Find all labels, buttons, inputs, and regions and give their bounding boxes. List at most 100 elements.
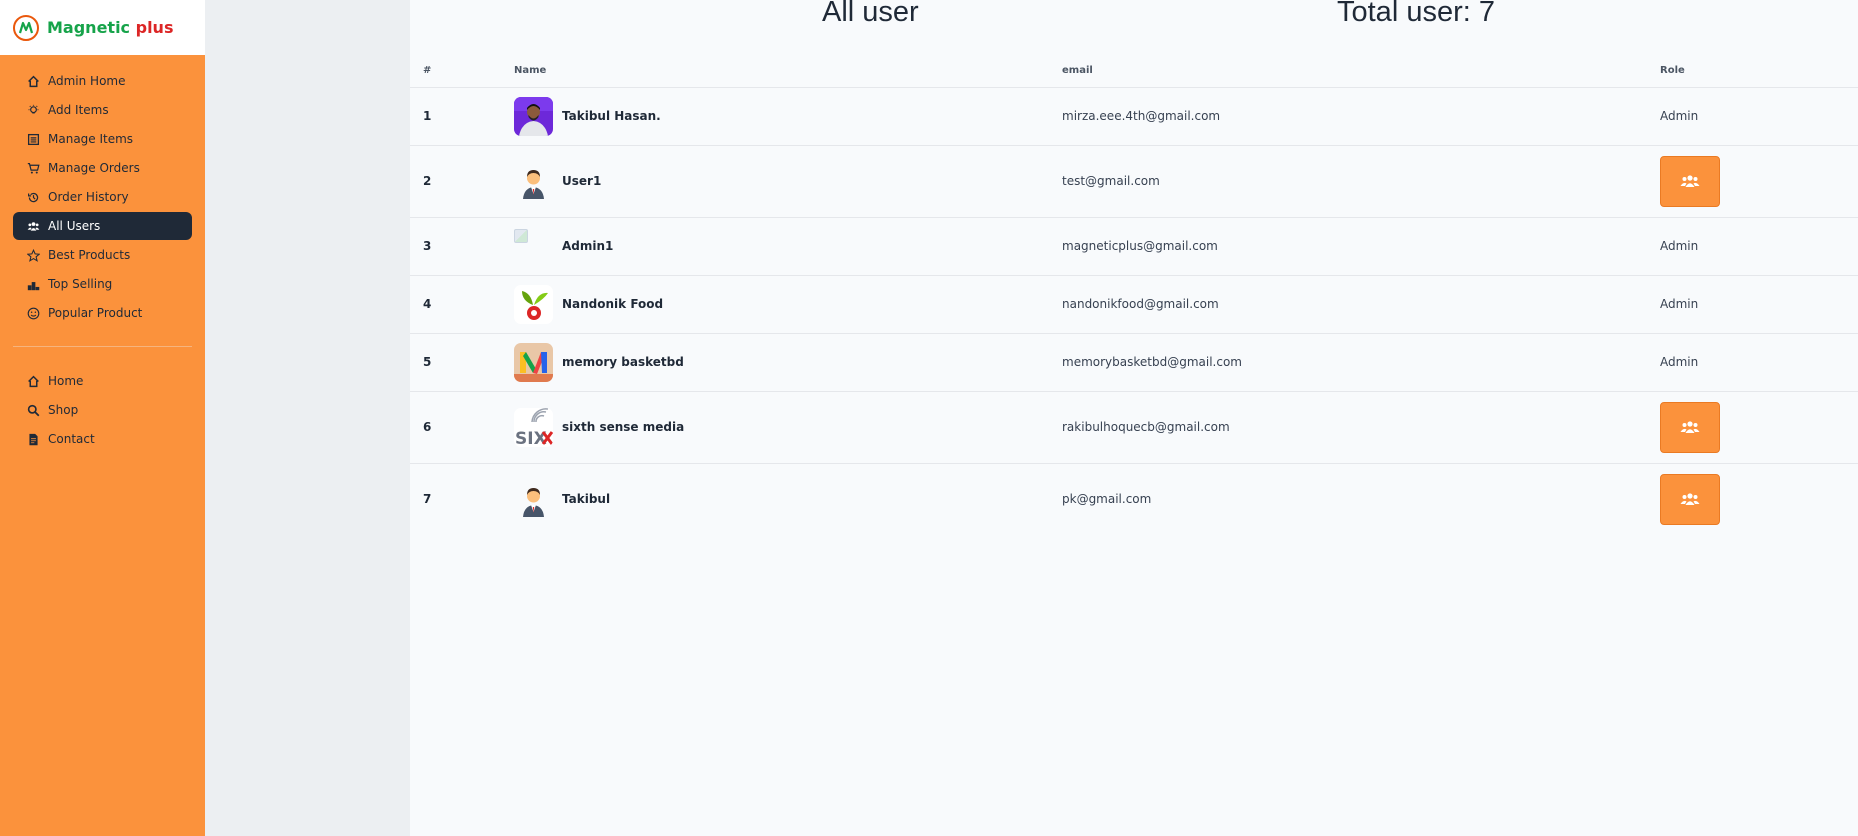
row-number: 1 [410,87,514,146]
sidebar-item-label: Manage Items [48,132,134,146]
smile-icon [26,306,40,320]
sidebar-item-label: Popular Product [48,306,143,320]
table-row: 5 memory basketbd memorybasketbd@gmail.c… [410,333,1858,392]
user-name: Admin1 [562,239,614,253]
sidebar-item-label: Admin Home [48,74,126,88]
users-icon [26,219,40,233]
businessman-avatar-icon [514,161,553,201]
column-header-email: email [1062,55,1660,88]
row-number: 5 [410,333,514,392]
table-row: 1 Takibul Hasan. mirza.eee.4th@gmail.com… [410,87,1858,146]
page-title: All user [822,0,919,28]
make-admin-button[interactable] [1660,473,1720,525]
document-icon [26,432,40,446]
businessman-avatar-icon [514,479,553,519]
user-email: nandonikfood@gmail.com [1062,297,1219,311]
users-icon [1680,421,1700,433]
sidebar-item-label: Manage Orders [48,161,140,175]
home-icon [26,74,40,88]
brand[interactable]: Magnetic plus [0,0,205,55]
m-logo-icon [514,342,553,382]
leaf-logo-icon [514,284,553,324]
column-header-name: Name [514,55,1062,88]
home-icon [26,374,40,388]
sidebar-item-admin-home[interactable]: Admin Home [13,67,192,95]
user-role: Admin [1660,109,1699,123]
main-content: All user Total user: 7 # Name email Role… [410,0,1858,836]
column-header-role: Role [1660,55,1858,88]
magnetic-logo-icon [13,14,39,41]
sidebar-item-add-items[interactable]: Add Items [13,96,192,124]
sidebar-item-label: Shop [48,403,79,417]
row-number: 7 [423,492,432,507]
user-name: Takibul Hasan. [562,109,661,123]
row-number: 4 [410,275,514,334]
cart-icon [26,161,40,175]
table-row: 2 User1 test@gmail.com [410,145,1858,218]
sidebar-item-label: Top Selling [48,277,113,291]
sidebar-item-shop[interactable]: Shop [13,396,192,424]
brand-name: Magnetic plus [47,18,173,37]
sidebar-item-label: Home [48,374,84,388]
brand-name-part2: plus [135,18,174,37]
row-number: 3 [410,217,514,276]
sidebar-item-contact[interactable]: Contact [13,425,192,453]
row-number: 6 [410,391,514,464]
user-role: Admin [1660,297,1699,311]
lightbulb-icon [26,103,40,117]
sidebar-item-home[interactable]: Home [13,367,192,395]
column-header-number: # [410,55,514,88]
sidebar-item-top-selling[interactable]: Top Selling [13,270,192,298]
user-name: Takibul [562,492,611,507]
sidebar-item-best-products[interactable]: Best Products [13,241,192,269]
sidebar-item-manage-items[interactable]: Manage Items [13,125,192,153]
table-header-row: # Name email Role [410,55,1858,88]
sidebar-item-label: Contact [48,432,95,446]
table-row: 3 Admin1 magneticplus@gmail.com Admin [410,217,1858,276]
user-avatar [514,96,553,136]
user-name: Nandonik Food [562,297,664,311]
content-gutter [205,0,410,836]
make-admin-button[interactable] [1660,401,1720,453]
page-header: All user Total user: 7 [410,0,1858,30]
admin-nav: Admin Home Add Items Manage Items Manage… [0,55,205,453]
sidebar-item-label: Best Products [48,248,131,262]
user-name: memory basketbd [562,355,684,369]
list-icon [26,132,40,146]
sidebar-item-all-users[interactable]: All Users [13,212,192,240]
history-icon [26,190,40,204]
user-email: rakibulhoquecb@gmail.com [1062,420,1230,434]
users-table: # Name email Role 1 Takibul Hasan. mirza… [410,55,1858,535]
row-number: 2 [410,145,514,218]
sidebar-item-manage-orders[interactable]: Manage Orders [13,154,192,182]
user-email: magneticplus@gmail.com [1062,239,1218,253]
brand-name-part1: Magnetic [47,18,131,37]
user-role: Admin [1660,355,1699,369]
sidebar-item-order-history[interactable]: Order History [13,183,192,211]
user-email: test@gmail.com [1062,174,1160,188]
table-row: 4 Nandonik Food nandonikfood@gmail.com A… [410,275,1858,334]
search-icon [26,403,40,417]
sidebar-item-label: Order History [48,190,129,204]
users-icon [1680,493,1700,506]
star-icon [26,248,40,262]
table-row: 6 SIX sixth sense media rakibulhoquecb@g… [410,391,1858,464]
user-name: User1 [562,174,602,188]
broken-image-icon [514,229,528,243]
svg-text:SIX: SIX [515,429,547,447]
table-row: 7 Takibul pk@gmail.com [410,463,1858,535]
user-role: Admin [1660,239,1699,253]
sidebar-item-label: All Users [48,219,101,233]
users-icon [1680,175,1700,187]
sidebar-item-popular-product[interactable]: Popular Product [13,299,192,327]
six-logo-icon: SIX [514,407,553,447]
user-email: mirza.eee.4th@gmail.com [1062,109,1221,123]
make-admin-button[interactable] [1660,155,1720,207]
total-users-count: Total user: 7 [1337,0,1495,28]
sidebar: Magnetic plus Admin Home Add Items Manag… [0,0,205,836]
user-email: memorybasketbd@gmail.com [1062,355,1242,369]
sidebar-item-label: Add Items [48,103,109,117]
podium-icon [26,277,40,291]
nav-divider [13,346,192,347]
user-email: pk@gmail.com [1062,492,1152,507]
